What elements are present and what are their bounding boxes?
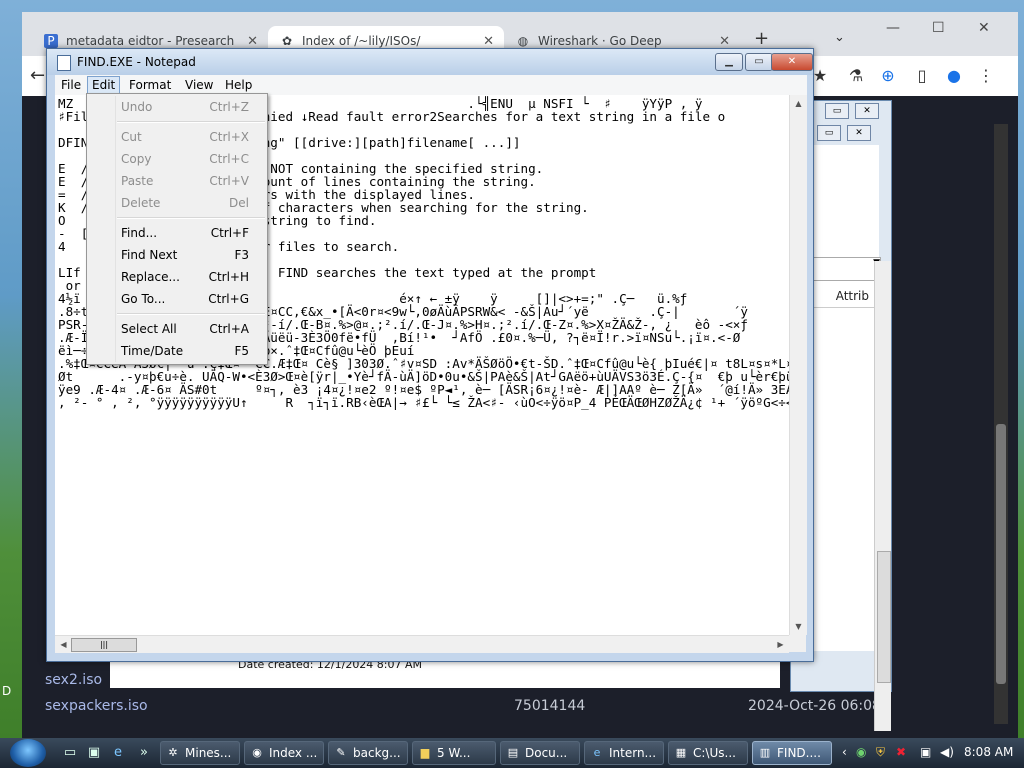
taskbar: ▭ ▣ e » ✲ Mines... ◉ Index ... ✎ backg... ▆… xyxy=(0,738,1024,768)
side-panel-icon[interactable]: ▯ xyxy=(912,66,932,86)
explorer-scrollbar[interactable] xyxy=(874,261,891,731)
horizontal-scrollbar[interactable]: ◀ ||| ▶ xyxy=(55,635,789,653)
menu-item-delete[interactable]: Delete Del xyxy=(87,193,267,213)
menu-bar: File Edit Format View Help xyxy=(55,75,807,95)
file-date: 2024-Oct-26 06:08 xyxy=(748,698,881,714)
profile-avatar-icon[interactable]: ● xyxy=(944,66,964,86)
close-tab-icon[interactable]: ✕ xyxy=(483,34,494,49)
brush-icon: ✎ xyxy=(336,746,346,759)
close-icon[interactable]: ✕ xyxy=(771,53,813,71)
download-icon[interactable]: ⊕ xyxy=(878,66,898,86)
close-icon[interactable]: ✕ xyxy=(855,103,879,119)
menu-format[interactable]: Format xyxy=(125,77,175,93)
menu-separator xyxy=(117,313,265,315)
tray-app-icon[interactable]: ◉ xyxy=(856,745,866,759)
taskbar-paint[interactable]: ✎ backg... xyxy=(328,741,408,765)
menu-separator xyxy=(117,121,265,123)
shield-icon[interactable]: ⛨ xyxy=(876,745,885,760)
quicklaunch-overflow-icon[interactable]: » xyxy=(136,745,152,761)
close-tab-icon[interactable]: ✕ xyxy=(719,34,730,49)
menu-separator xyxy=(117,217,265,219)
scroll-down-icon[interactable]: ▼ xyxy=(790,618,807,635)
size-grip[interactable] xyxy=(789,635,806,652)
tray-overflow-icon[interactable]: ‹ xyxy=(842,745,847,759)
show-desktop-icon[interactable]: ▭ xyxy=(62,745,78,761)
tab-label: Wireshark · Go Deep xyxy=(538,34,662,48)
desktop-letter: D xyxy=(2,684,12,698)
volume-icon[interactable]: ◀) xyxy=(940,745,954,759)
puzzle-icon: ✿ xyxy=(281,34,293,48)
menu-item-find-next[interactable]: Find Next F3 xyxy=(87,245,267,265)
labs-flask-icon[interactable]: ⚗ xyxy=(846,66,866,86)
taskbar-internet-explorer[interactable]: e Intern... xyxy=(584,741,664,765)
scroll-thumb[interactable] xyxy=(877,551,891,683)
close-icon[interactable]: ✕ xyxy=(847,125,871,141)
presearch-icon: P xyxy=(44,34,58,48)
edit-menu: Undo Ctrl+Z Cut Ctrl+X Copy Ctrl+C Paste Ctr… xyxy=(86,93,268,365)
taskbar-console[interactable]: ▦ C:\Us... xyxy=(668,741,748,765)
menu-dots-icon[interactable]: ⋮ xyxy=(976,66,996,86)
window-title: FIND.EXE - Notepad xyxy=(77,55,196,69)
menu-help[interactable]: Help xyxy=(221,77,256,93)
ie-quicklaunch-icon[interactable]: e xyxy=(110,745,126,761)
menu-item-undo[interactable]: Undo Ctrl+Z xyxy=(87,97,267,117)
menu-file[interactable]: File xyxy=(57,77,85,93)
close-icon[interactable]: ✕ xyxy=(978,20,990,36)
menu-view[interactable]: View xyxy=(181,77,217,93)
tab-label: Index of /~lily/ISOs/ xyxy=(302,34,421,48)
file-link-sex2[interactable]: sex2.iso xyxy=(45,672,102,688)
clock[interactable]: 8:08 AM xyxy=(964,745,1013,759)
file-size: 75014144 xyxy=(514,698,586,714)
file-link-sexpackers[interactable]: sexpackers.iso xyxy=(45,698,148,714)
scroll-thumb[interactable]: ||| xyxy=(71,638,137,652)
globe-icon: ◍ xyxy=(517,34,529,48)
minimize-icon[interactable]: — xyxy=(886,20,900,36)
scroll-right-icon[interactable]: ▶ xyxy=(772,636,789,653)
vertical-scrollbar[interactable]: ▲ ▼ xyxy=(789,95,807,635)
scroll-left-icon[interactable]: ◀ xyxy=(55,636,72,653)
menu-item-copy[interactable]: Copy Ctrl+C xyxy=(87,149,267,169)
taskbar-folder-group[interactable]: ▆ 5 W... xyxy=(412,741,496,765)
chrome-icon: ◉ xyxy=(252,746,262,759)
taskbar-chrome[interactable]: ◉ Index ... xyxy=(244,741,324,765)
ie-icon: e xyxy=(593,746,601,759)
scroll-thumb[interactable] xyxy=(996,424,1006,684)
menu-edit[interactable]: Edit xyxy=(87,76,121,94)
notepad-icon xyxy=(57,55,71,71)
folder-icon: ▆ xyxy=(420,746,430,759)
document-icon: ▤ xyxy=(507,746,519,759)
gear-icon: ✲ xyxy=(168,746,178,759)
maximize-icon[interactable]: ▭ xyxy=(825,103,849,119)
taskbar-minesweeper[interactable]: ✲ Mines... xyxy=(160,741,240,765)
minimize-icon[interactable]: ▁ xyxy=(715,53,743,71)
new-tab-button[interactable]: + xyxy=(754,28,769,49)
menu-item-time-date[interactable]: Time/Date F5 xyxy=(87,341,267,361)
console-icon: ▦ xyxy=(675,746,687,759)
restore-icon[interactable]: ▭ xyxy=(817,125,841,141)
start-button[interactable] xyxy=(10,739,46,767)
back-arrow-icon[interactable]: ← xyxy=(30,65,45,86)
menu-item-select-all[interactable]: Select All Ctrl+A xyxy=(87,319,267,339)
menu-item-cut[interactable]: Cut Ctrl+X xyxy=(87,127,267,147)
tab-label: metadata eidtor - Presearch xyxy=(66,34,235,48)
maximize-icon[interactable]: ▭ xyxy=(745,53,773,71)
maximize-icon[interactable]: ☐ xyxy=(932,20,945,36)
menu-item-replace[interactable]: Replace... Ctrl+H xyxy=(87,267,267,287)
menu-item-goto[interactable]: Go To... Ctrl+G xyxy=(87,289,267,309)
close-tab-icon[interactable]: ✕ xyxy=(247,34,258,49)
network-icon[interactable]: ▣ xyxy=(920,745,931,759)
page-scrollbar[interactable] xyxy=(994,124,1008,724)
scroll-up-icon[interactable]: ▲ xyxy=(790,95,807,112)
switch-windows-icon[interactable]: ▣ xyxy=(86,745,102,761)
security-alert-icon[interactable]: ✖ xyxy=(896,745,906,759)
notepad-icon: ▥ xyxy=(759,746,771,759)
taskbar-notepad[interactable]: ▥ FIND.... xyxy=(752,741,832,765)
taskbar-documents[interactable]: ▤ Docu... xyxy=(500,741,580,765)
menu-item-paste[interactable]: Paste Ctrl+V xyxy=(87,171,267,191)
title-bar[interactable]: FIND.EXE - Notepad ▁ ▭ ✕ xyxy=(47,49,813,75)
tab-search-icon[interactable]: ⌄ xyxy=(834,30,845,45)
menu-item-find[interactable]: Find... Ctrl+F xyxy=(87,223,267,243)
